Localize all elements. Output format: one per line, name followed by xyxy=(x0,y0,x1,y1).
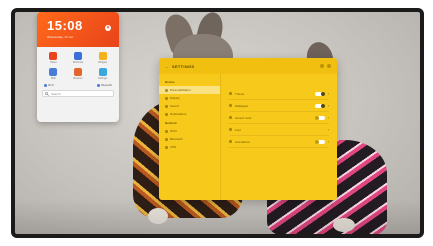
app-tile-label: Notes xyxy=(50,61,57,64)
option-toggle[interactable] xyxy=(314,139,325,144)
sidebar-item[interactable]: Notifications xyxy=(159,110,220,118)
desktop-frame: 15:08 Wednesday, 14 Jun × Notes Shortcuts… xyxy=(11,8,424,238)
app-tile[interactable]: Mail xyxy=(42,68,65,80)
clock-date: Wednesday, 14 Jun xyxy=(47,35,74,39)
option-icon xyxy=(229,104,232,107)
option-toggle[interactable] xyxy=(314,91,325,96)
app-tile[interactable]: Shortcuts xyxy=(67,52,90,64)
sidebar-item-label: VPN xyxy=(170,145,177,149)
option-icon xyxy=(229,116,232,119)
settings-title: SETTINGS xyxy=(172,63,195,69)
close-icon[interactable] xyxy=(327,64,331,68)
close-icon[interactable]: × xyxy=(105,25,111,31)
option-row: Animations › xyxy=(229,136,329,148)
sidebar-item[interactable]: Display xyxy=(159,94,220,102)
quick-widget: 15:08 Wednesday, 14 Jun × Notes Shortcuts… xyxy=(37,12,119,122)
option-label: Animations xyxy=(235,139,250,144)
window-controls xyxy=(320,64,331,68)
settings-window: ← SETTINGS Device Personalization Display S… xyxy=(159,58,337,200)
chevron-right-icon[interactable]: › xyxy=(328,103,329,108)
sidebar-item-icon xyxy=(165,129,168,133)
option-label: Wallpaper xyxy=(235,103,249,108)
sidebar-item-label: Bluetooth xyxy=(170,137,183,141)
chevron-right-icon[interactable]: › xyxy=(328,139,329,144)
settings-options: Theme › Wallpaper › Accent color › Font › Animat… xyxy=(221,74,337,200)
shortcuts-icon xyxy=(73,52,82,60)
chevron-right-icon[interactable]: › xyxy=(328,91,329,96)
sidebar-item-icon xyxy=(165,96,168,100)
sidebar-item[interactable]: Sound xyxy=(159,102,220,110)
sidebar-item-label: Personalization xyxy=(170,88,191,92)
option-toggle[interactable] xyxy=(314,103,325,108)
bluetooth-chip[interactable]: Bluetooth xyxy=(97,84,112,87)
settings-titlebar: ← SETTINGS xyxy=(159,58,337,74)
sidebar-item-icon xyxy=(165,88,168,92)
option-label: Accent color xyxy=(235,115,252,120)
search-input[interactable]: Search xyxy=(42,90,114,97)
search-placeholder: Search xyxy=(51,91,61,96)
sidebar-item[interactable]: Wi-Fi xyxy=(159,127,220,135)
app-tile-label: Mail xyxy=(51,77,56,80)
minimize-icon[interactable] xyxy=(320,64,324,68)
wifi-icon xyxy=(44,84,47,87)
widgets-icon xyxy=(98,52,107,60)
gear-icon xyxy=(98,68,107,76)
notes-icon xyxy=(49,52,58,60)
sidebar-item[interactable]: Bluetooth xyxy=(159,135,220,143)
sidebar-item-icon xyxy=(165,137,168,141)
sidebar-section-heading: Device xyxy=(165,80,175,84)
chevron-right-icon[interactable]: › xyxy=(328,115,329,120)
option-row: Font › xyxy=(229,124,329,136)
sidebar-item[interactable]: VPN xyxy=(159,143,220,151)
settings-sidebar: Device Personalization Display Sound Notific… xyxy=(159,74,221,200)
clock-card: 15:08 Wednesday, 14 Jun × xyxy=(37,12,119,47)
option-icon xyxy=(229,140,232,143)
option-icon xyxy=(229,128,232,131)
bluetooth-icon xyxy=(97,84,101,87)
sidebar-item-label: Wi-Fi xyxy=(170,129,177,133)
option-row: Accent color › xyxy=(229,112,329,124)
app-tile-label: Shortcuts xyxy=(72,61,84,64)
option-label: Theme xyxy=(235,91,245,96)
app-tile[interactable]: Browser xyxy=(67,68,90,80)
app-tile[interactable]: Widgets xyxy=(91,52,114,64)
sidebar-item-label: Sound xyxy=(170,104,179,108)
sidebar-item-icon xyxy=(165,104,168,108)
app-tile[interactable]: Notes xyxy=(42,52,65,64)
sidebar-item[interactable]: Personalization xyxy=(159,86,220,94)
chevron-right-icon[interactable]: › xyxy=(328,127,329,132)
option-row: Theme › xyxy=(229,88,329,100)
option-icon xyxy=(229,92,232,95)
quick-toggles: Wi-Fi Bluetooth xyxy=(37,80,119,87)
app-tile-label: Browser xyxy=(73,77,83,80)
sidebar-section-heading: Network xyxy=(165,121,177,125)
search-icon xyxy=(45,91,49,96)
app-tile-label: Widgets xyxy=(98,61,108,64)
floor-shadow xyxy=(15,199,420,234)
option-row: Wallpaper › xyxy=(229,100,329,112)
sidebar-item-icon xyxy=(165,145,168,149)
browser-icon xyxy=(73,68,82,76)
wifi-chip[interactable]: Wi-Fi xyxy=(44,84,54,87)
app-tile[interactable]: Settings xyxy=(91,68,114,80)
option-toggle[interactable] xyxy=(314,115,325,120)
sidebar-item-icon xyxy=(165,112,168,116)
app-tile-label: Settings xyxy=(98,77,108,80)
settings-body: Device Personalization Display Sound Notific… xyxy=(159,74,337,200)
sidebar-item-label: Display xyxy=(170,96,180,100)
app-grid: Notes Shortcuts Widgets Mail Browser Settings xyxy=(37,47,119,80)
sidebar-item-label: Notifications xyxy=(170,112,187,116)
option-label: Font xyxy=(235,127,242,132)
mail-icon xyxy=(49,68,58,76)
back-arrow-icon[interactable]: ← xyxy=(165,64,169,69)
